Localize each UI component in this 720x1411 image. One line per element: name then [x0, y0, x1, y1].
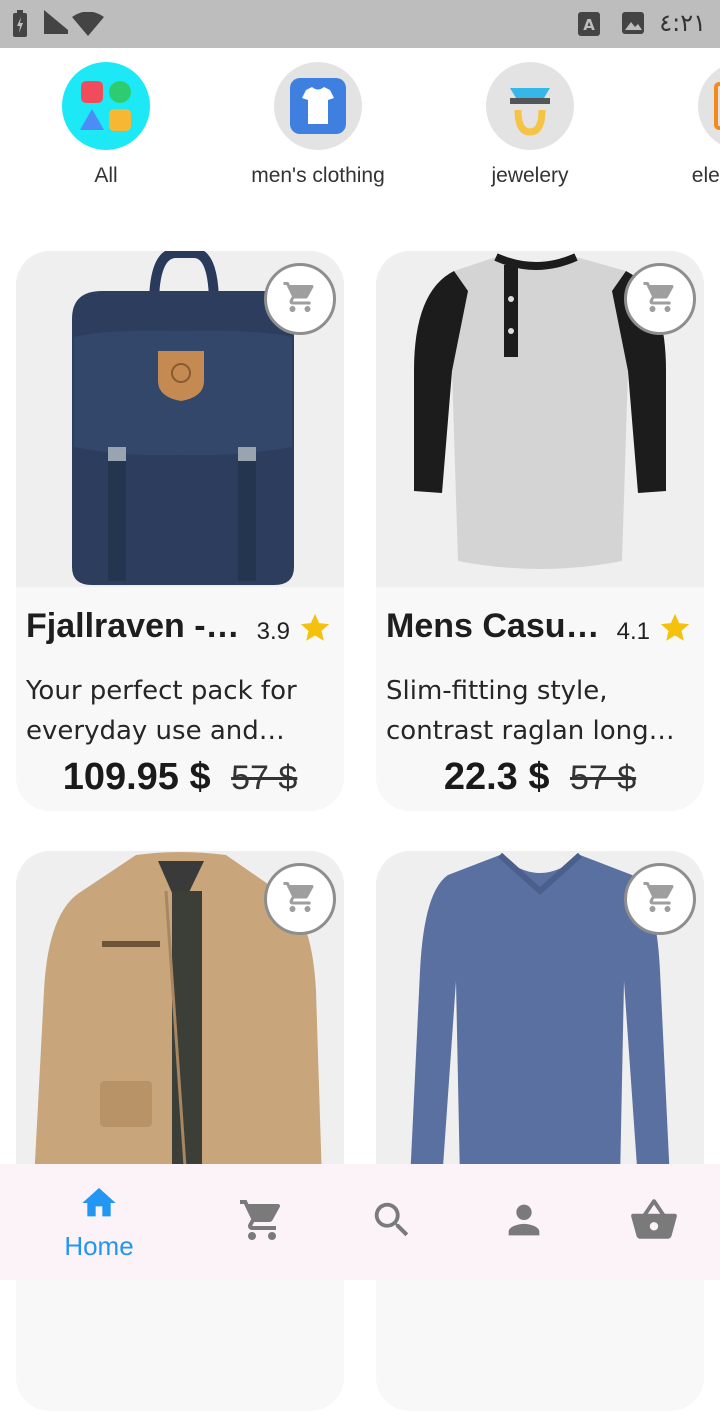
category-strip: All men's clothing jewelery electro	[0, 48, 720, 208]
star-icon	[658, 611, 692, 652]
cart-icon	[642, 879, 678, 919]
product-card[interactable]	[16, 851, 344, 1411]
category-label: jewelery	[491, 164, 569, 187]
svg-text:A: A	[583, 16, 595, 34]
nav-search[interactable]	[352, 1164, 432, 1280]
cart-icon	[282, 879, 318, 919]
all-shapes-icon	[62, 62, 150, 150]
category-all[interactable]: All	[0, 62, 212, 188]
cart-icon	[238, 1196, 286, 1248]
nav-cart[interactable]	[222, 1164, 302, 1280]
add-to-cart-button[interactable]	[264, 863, 336, 935]
product-rating: 3.9	[257, 611, 332, 652]
category-label: men's clothing	[251, 164, 385, 187]
product-card[interactable]: Mens Casual Premium Slim Fit T-Shirts 4.…	[376, 251, 704, 811]
nav-home-label: Home	[64, 1230, 134, 1261]
status-bar: A ٤:٢١	[0, 0, 720, 48]
rating-value: 4.1	[616, 617, 650, 645]
basket-icon	[629, 1195, 679, 1249]
ring-icon	[486, 62, 574, 150]
wifi-icon	[72, 11, 104, 40]
star-icon	[298, 611, 332, 652]
text-a-icon: A	[578, 12, 600, 40]
product-prices: 109.95 $ 57 $	[16, 756, 344, 799]
battery-icon	[12, 10, 28, 42]
product-description: Your perfect pack for everyday use and w…	[26, 676, 297, 746]
electronics-icon	[698, 62, 720, 150]
add-to-cart-button[interactable]	[624, 863, 696, 935]
product-old-price: 57 $	[569, 759, 637, 797]
category-electronics[interactable]: electronics	[636, 62, 720, 188]
product-old-price: 57 $	[231, 759, 298, 797]
rating-value: 3.9	[256, 617, 290, 645]
product-prices: 22.3 $ 57 $	[376, 756, 704, 799]
product-description: Slim-fitting style, contrast raglan long…	[386, 676, 649, 746]
nav-basket[interactable]	[614, 1164, 694, 1280]
status-time: ٤:٢١	[659, 9, 706, 37]
product-title: Mens Casual Premium Slim Fit T-Shirts	[386, 607, 602, 645]
home-icon	[79, 1183, 119, 1227]
cart-icon	[282, 279, 318, 319]
add-to-cart-button[interactable]	[624, 263, 696, 335]
product-rating: 4.1	[617, 611, 692, 652]
category-mens-clothing[interactable]: men's clothing	[212, 62, 424, 188]
person-icon	[501, 1197, 547, 1247]
product-card[interactable]	[376, 851, 704, 1411]
image-icon	[622, 12, 644, 38]
product-price: 22.3 $	[443, 756, 550, 798]
product-card[interactable]: Fjallraven - Foldsack No. 1 Backpack, Fi…	[16, 251, 344, 811]
product-title: Fjallraven - Foldsack No. 1 Backpack, Fi…	[26, 607, 242, 645]
tshirt-icon	[274, 62, 362, 150]
search-icon	[369, 1197, 415, 1247]
nav-profile[interactable]	[484, 1164, 564, 1280]
add-to-cart-button[interactable]	[264, 263, 336, 335]
category-label: All	[94, 164, 118, 187]
category-jewelery[interactable]: jewelery	[424, 62, 636, 188]
nav-home[interactable]: Home	[50, 1164, 148, 1280]
product-price: 109.95 $	[62, 756, 211, 798]
bottom-navigation: Home	[0, 1164, 720, 1280]
cart-icon	[642, 279, 678, 319]
category-label: electronics	[691, 164, 720, 187]
signal-icon	[44, 10, 68, 38]
